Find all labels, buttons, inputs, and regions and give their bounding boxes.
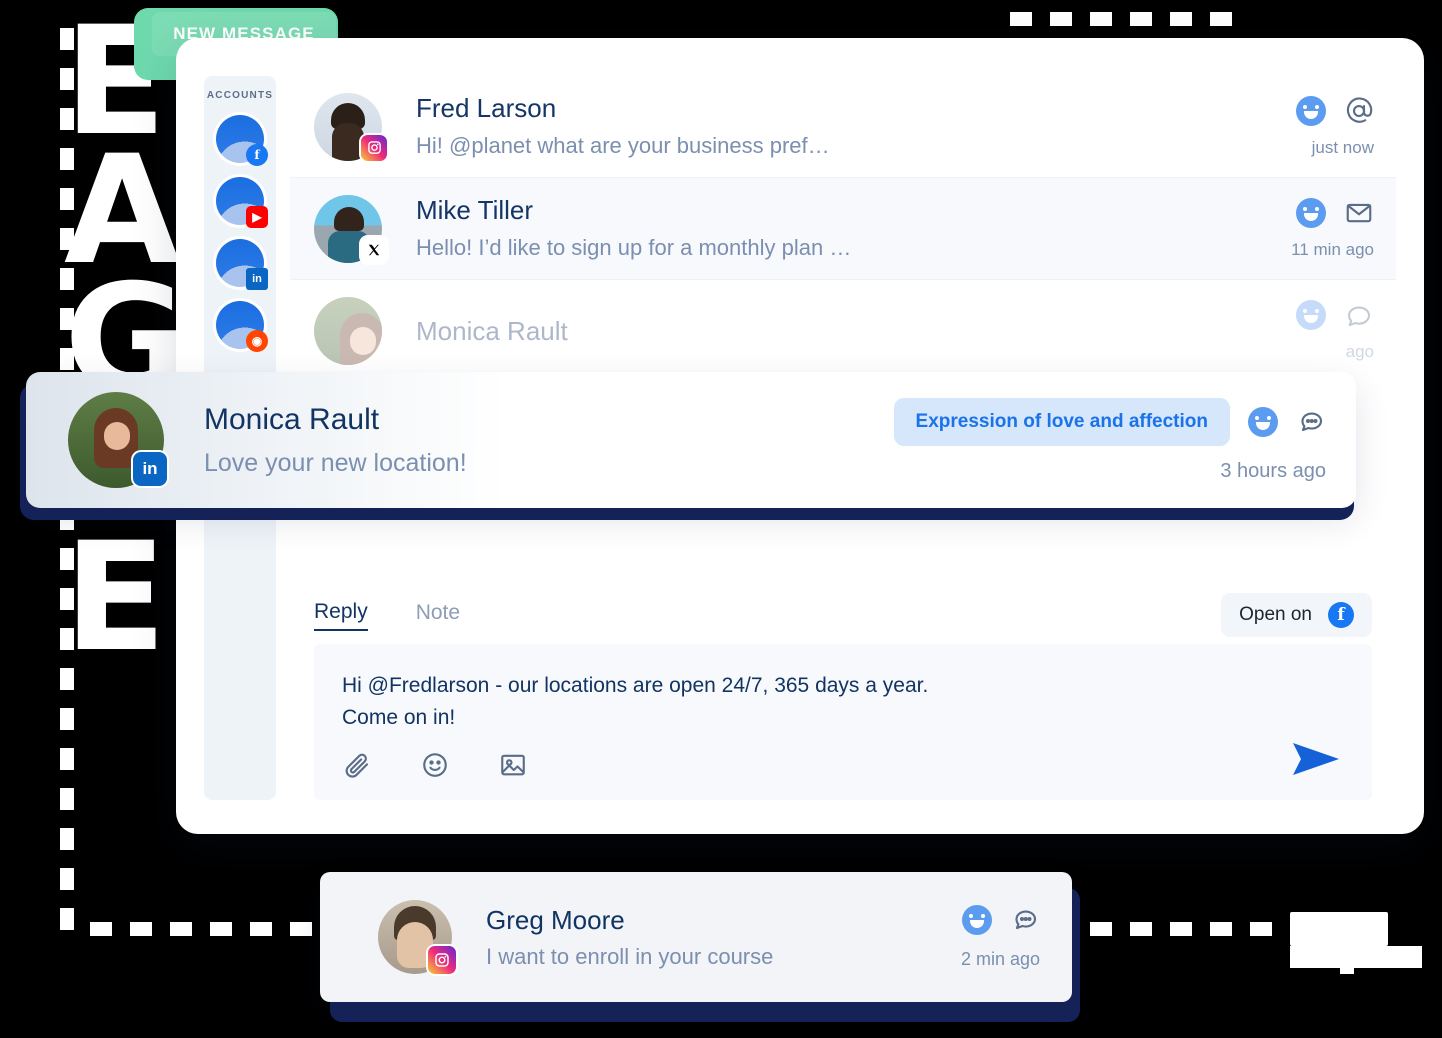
avatar bbox=[378, 900, 456, 974]
instagram-icon bbox=[428, 946, 456, 974]
sidebar-item-facebook[interactable]: f bbox=[216, 115, 268, 166]
reply-toolbar bbox=[342, 750, 528, 780]
smiley-icon[interactable] bbox=[1296, 197, 1326, 228]
youtube-icon: ▶ bbox=[246, 206, 268, 228]
conversation-meta: just now bbox=[1296, 95, 1374, 158]
smiley-icon[interactable] bbox=[1296, 300, 1326, 330]
sidebar-item-youtube[interactable]: ▶ bbox=[216, 177, 268, 228]
open-on-button[interactable]: Open on f bbox=[1221, 593, 1372, 637]
image-icon[interactable] bbox=[498, 750, 528, 780]
screenshot-stage: E A G E E NEW MESSAGE ACCOUNTS f ▶ in bbox=[0, 0, 1442, 1038]
reply-composer: Reply Note Open on f Hi @Fredlarson - ou… bbox=[290, 586, 1396, 800]
conversation-time: 11 min ago bbox=[1291, 239, 1374, 259]
conversation-snippet: Hello! I’d like to sign up for a monthly… bbox=[416, 234, 852, 260]
conversation-icons bbox=[1296, 95, 1374, 126]
conversation-text: Monica Rault bbox=[416, 315, 1296, 348]
facebook-icon: f bbox=[1328, 602, 1354, 628]
avatar: in bbox=[68, 392, 167, 488]
linkedin-icon: in bbox=[133, 452, 167, 486]
conversation-icons bbox=[1296, 300, 1374, 330]
chat-bubble-icon[interactable] bbox=[1296, 407, 1326, 437]
accounts-title: ACCOUNTS bbox=[206, 90, 274, 101]
decor-ghost-letters: E A G E E bbox=[64, 0, 187, 685]
greg-moore-card[interactable]: Greg Moore I want to enroll in your cour… bbox=[320, 872, 1072, 1002]
conversation-time: 3 hours ago bbox=[1220, 459, 1326, 482]
sentiment-tag[interactable]: Expression of love and affection bbox=[893, 397, 1230, 446]
conversation-meta: 11 min ago bbox=[1291, 197, 1374, 260]
conversation-time: just now bbox=[1311, 137, 1374, 157]
open-on-label: Open on bbox=[1239, 604, 1312, 625]
conversation-text: Mike Tiller Hello! I’d like to sign up f… bbox=[416, 194, 1291, 262]
conversation-name: Mike Tiller bbox=[416, 195, 534, 226]
conversation-row-monica-rault[interactable]: Monica Rault ago bbox=[290, 280, 1396, 382]
conversation-name: Fred Larson bbox=[416, 93, 557, 124]
greg-card-text: Greg Moore I want to enroll in your cour… bbox=[486, 905, 961, 970]
conversation-time: ago bbox=[1345, 342, 1374, 361]
attachment-icon[interactable] bbox=[342, 750, 372, 780]
smiley-icon[interactable] bbox=[1296, 95, 1326, 126]
monica-card-icons: Expression of love and affection bbox=[893, 397, 1326, 446]
tab-reply[interactable]: Reply bbox=[314, 600, 368, 631]
linkedin-icon: in bbox=[246, 268, 268, 290]
mention-at-icon[interactable] bbox=[1344, 96, 1374, 126]
decor-shape-b bbox=[1290, 946, 1422, 968]
decor-shape-a bbox=[1290, 912, 1388, 946]
instagram-icon bbox=[361, 134, 387, 161]
avatar-image bbox=[314, 297, 382, 365]
conversation-snippet: I want to enroll in your course bbox=[486, 943, 774, 969]
conversation-time: 2 min ago bbox=[960, 948, 1040, 969]
x-twitter-icon bbox=[361, 236, 387, 263]
greg-card-meta: 2 min ago bbox=[960, 904, 1040, 970]
conversation-meta: ago bbox=[1296, 300, 1374, 362]
emoji-icon[interactable] bbox=[420, 750, 450, 780]
sidebar-item-reddit[interactable]: ◉ bbox=[216, 301, 268, 352]
tab-note[interactable]: Note bbox=[416, 601, 460, 630]
facebook-icon: f bbox=[246, 144, 268, 166]
send-button[interactable] bbox=[1290, 739, 1342, 784]
smiley-icon[interactable] bbox=[962, 904, 992, 935]
conversation-list: Fred Larson Hi! @planet what are your bu… bbox=[290, 76, 1396, 382]
conversation-icons bbox=[1291, 197, 1374, 228]
conversation-row-mike-tiller[interactable]: Mike Tiller Hello! I’d like to sign up f… bbox=[290, 178, 1396, 280]
reply-text-line-1: Hi @Fredlarson - our locations are open … bbox=[342, 674, 929, 697]
avatar bbox=[314, 297, 382, 365]
sidebar-item-linkedin[interactable]: in bbox=[216, 239, 268, 290]
envelope-icon[interactable] bbox=[1344, 198, 1374, 228]
greg-card-icons bbox=[961, 904, 1040, 935]
monica-rault-card[interactable]: in Monica Rault Love your new location! … bbox=[26, 372, 1356, 508]
decor-dashed-line-top bbox=[1010, 12, 1248, 26]
smiley-icon[interactable] bbox=[1248, 406, 1278, 437]
chat-bubble-icon[interactable] bbox=[1010, 905, 1040, 935]
conversation-row-fred-larson[interactable]: Fred Larson Hi! @planet what are your bu… bbox=[290, 76, 1396, 178]
monica-card-meta: Expression of love and affection 3 hours… bbox=[893, 397, 1326, 483]
conversation-name: Greg Moore bbox=[486, 904, 625, 935]
conversation-name: Monica Rault bbox=[204, 402, 380, 436]
conversation-text: Fred Larson Hi! @planet what are your bu… bbox=[416, 92, 1296, 160]
avatar bbox=[314, 194, 387, 263]
avatar bbox=[314, 92, 387, 161]
composer-tabs: Reply Note Open on f bbox=[290, 586, 1396, 644]
conversation-name: Monica Rault bbox=[416, 315, 568, 346]
decor-shape-c bbox=[1340, 962, 1354, 974]
conversation-snippet: Hi! @planet what are your business pref… bbox=[416, 132, 830, 158]
reply-input[interactable]: Hi @Fredlarson - our locations are open … bbox=[314, 644, 1372, 800]
chat-bubble-icon[interactable] bbox=[1344, 300, 1374, 330]
reply-text-line-2: Come on in! bbox=[342, 705, 456, 729]
monica-card-text: Monica Rault Love your new location! bbox=[204, 403, 894, 478]
conversation-snippet: Love your new location! bbox=[204, 448, 467, 477]
reddit-icon: ◉ bbox=[246, 330, 268, 352]
